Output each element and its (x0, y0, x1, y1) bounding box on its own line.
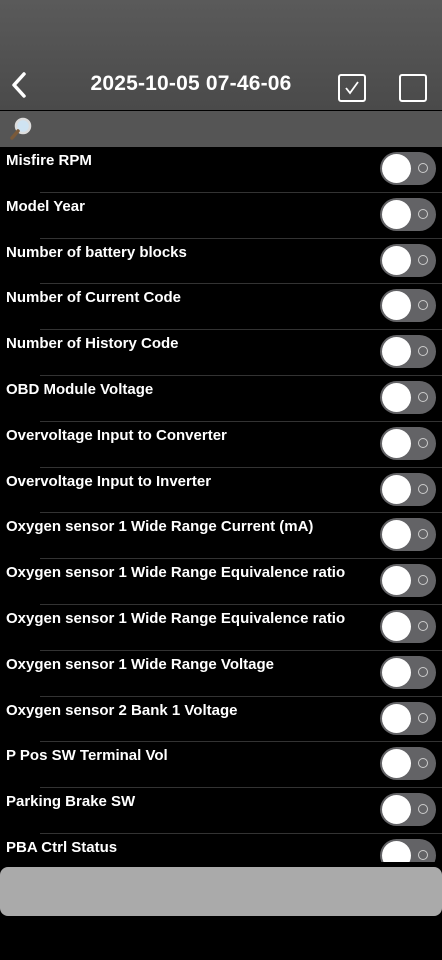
list-item: Oxygen sensor 1 Wide Range Equivalence r… (0, 605, 442, 651)
toggle-switch[interactable] (380, 518, 436, 552)
list-item-label: Overvoltage Input to Inverter (6, 472, 212, 490)
toggle-switch[interactable] (380, 380, 436, 414)
toggle-knob (382, 566, 411, 596)
off-indicator-icon (418, 254, 428, 265)
off-indicator-icon (418, 575, 428, 586)
toggle-switch[interactable] (380, 747, 436, 781)
off-indicator-icon (418, 208, 428, 219)
list-item-label: Number of History Code (6, 335, 179, 353)
list-item: Oxygen sensor 1 Wide Range Current (mA) (0, 513, 442, 560)
parameter-list[interactable]: Misfire RPM Model Year Number of battery b… (0, 147, 442, 862)
select-all-button[interactable] (338, 74, 366, 102)
list-item: Oxygen sensor 1 Wide Range Equivalence r… (0, 559, 442, 605)
toggle-knob (382, 840, 411, 862)
toggle-switch[interactable] (380, 335, 436, 369)
list-item: P Pos SW Terminal Vol (0, 742, 442, 789)
list-item: Number of Current Code (0, 284, 442, 331)
toggle-switch[interactable] (380, 838, 436, 862)
toggle-knob (382, 795, 411, 825)
list-item-label: Oxygen sensor 2 Bank 1 Voltage (6, 701, 238, 719)
search-bar[interactable] (0, 111, 442, 147)
toggle-knob (382, 703, 411, 733)
off-indicator-icon (418, 849, 428, 860)
page-title: 2025-10-05 07-46-06 (90, 72, 292, 95)
chevron-left-icon (12, 72, 26, 98)
toggle-knob (382, 382, 411, 412)
toggle-knob (382, 474, 411, 504)
off-indicator-icon (418, 804, 428, 815)
list-item-label: Number of Current Code (6, 289, 182, 307)
checkmark-icon (345, 81, 359, 95)
off-indicator-icon (418, 437, 428, 448)
off-indicator-icon (418, 483, 428, 494)
list-item-label: Parking Brake SW (6, 793, 136, 811)
toggle-switch[interactable] (380, 243, 436, 277)
list-item: Model Year (0, 193, 442, 239)
toggle-switch[interactable] (380, 793, 436, 827)
toggle-switch[interactable] (380, 564, 436, 598)
off-indicator-icon (418, 163, 428, 173)
list-item: Oxygen sensor 1 Wide Range Voltage (0, 651, 442, 697)
toggle-knob (382, 428, 411, 458)
toggle-switch[interactable] (380, 152, 436, 185)
off-indicator-icon (418, 712, 428, 723)
list-item-label: Overvoltage Input to Converter (6, 426, 227, 444)
toggle-knob (382, 749, 411, 779)
list-item-label: Model Year (6, 197, 85, 215)
toggle-knob (382, 337, 411, 367)
list-item-label: Oxygen sensor 1 Wide Range Equivalence r… (6, 564, 346, 582)
list-item-label: Oxygen sensor 1 Wide Range Voltage (6, 655, 274, 673)
list-item: OBD Module Voltage (0, 376, 442, 422)
off-indicator-icon (418, 346, 428, 357)
deselect-all-button[interactable] (399, 74, 427, 102)
toggle-knob (382, 154, 411, 183)
list-item: Overvoltage Input to Inverter (0, 468, 442, 514)
off-indicator-icon (418, 300, 428, 311)
list-item-label: Oxygen sensor 1 Wide Range Equivalence r… (6, 609, 346, 627)
list-item: Oxygen sensor 2 Bank 1 Voltage (0, 697, 442, 743)
list-item-label: PBA Ctrl Status (6, 838, 118, 856)
list-item-label: Number of battery blocks (6, 243, 187, 261)
list-item-label: P Pos SW Terminal Vol (6, 747, 168, 765)
toggle-knob (382, 611, 411, 641)
back-button[interactable] (6, 68, 34, 102)
list-item-label: Misfire RPM (6, 152, 92, 169)
toggle-switch[interactable] (380, 197, 436, 231)
toggle-switch[interactable] (380, 426, 436, 460)
toggle-switch[interactable] (380, 472, 436, 506)
list-item: PBA Ctrl Status (0, 834, 442, 862)
toggle-knob (382, 657, 411, 687)
off-indicator-icon (418, 666, 428, 677)
toggle-knob (382, 291, 411, 321)
list-item: Overvoltage Input to Converter (0, 422, 442, 468)
off-indicator-icon (418, 758, 428, 769)
toggle-knob (382, 199, 411, 229)
off-indicator-icon (418, 529, 428, 540)
bottom-action-button[interactable] (0, 867, 442, 916)
list-item: Number of battery blocks (0, 239, 442, 285)
search-icon (10, 117, 32, 140)
list-item: Parking Brake SW (0, 788, 442, 834)
off-indicator-icon (418, 620, 428, 631)
list-item: Number of History Code (0, 330, 442, 376)
off-indicator-icon (418, 391, 428, 402)
toggle-switch[interactable] (380, 609, 436, 643)
list-item: Misfire RPM (0, 147, 442, 193)
toggle-knob (382, 245, 411, 275)
toggle-switch[interactable] (380, 655, 436, 689)
top-bar: 2025-10-05 07-46-06 (0, 0, 442, 110)
list-item-label: Oxygen sensor 1 Wide Range Current (mA) (6, 518, 314, 536)
list-item-label: OBD Module Voltage (6, 380, 154, 398)
toggle-switch[interactable] (380, 289, 436, 323)
toggle-switch[interactable] (380, 701, 436, 735)
toggle-knob (382, 520, 411, 550)
